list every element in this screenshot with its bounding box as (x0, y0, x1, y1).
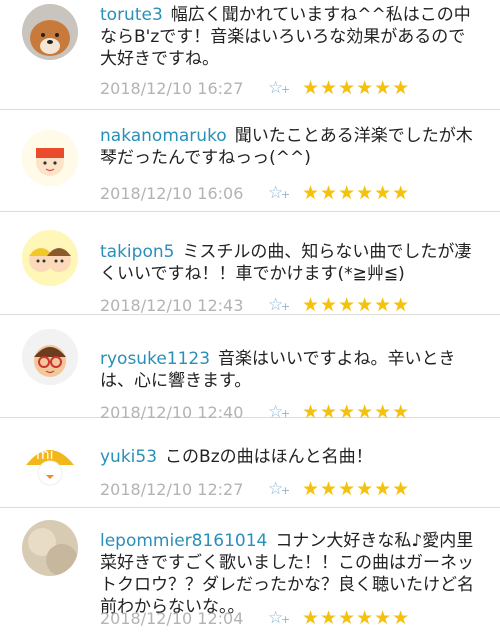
rating-stars: ★★★★★★ (302, 607, 411, 629)
mi-chick-avatar-icon[interactable]: mi (22, 435, 78, 491)
star-plus-icon[interactable]: ☆ + (268, 479, 302, 499)
comment-item: ryosuke1123 音楽はいいですよね。辛いときは、心に響きます。 2018/… (0, 315, 500, 423)
comment-username[interactable]: nakanomaruko (100, 126, 227, 146)
comment-meta: 2018/12/10 16:27 ☆ + ★★★★★★ (100, 77, 482, 99)
comment-meta: 2018/12/10 12:27 ☆ + ★★★★★★ (100, 478, 482, 500)
comment-timestamp: 2018/12/10 16:27 (100, 78, 244, 98)
comment-timestamp: 2018/12/10 16:06 (100, 183, 244, 203)
rating-stars: ★★★★★★ (302, 294, 411, 316)
comment-timestamp: 2018/12/10 12:27 (100, 479, 244, 499)
comment-timestamp: 2018/12/10 12:43 (100, 295, 244, 315)
star-plus-icon[interactable]: ☆ + (268, 78, 302, 98)
comment-body: takipon5 ミスチルの曲、知らない曲でしたが凄くいいですね！！車でかけます(… (100, 241, 482, 285)
comment-body: ryosuke1123 音楽はいいですよね。辛いときは、心に響きます。 (100, 348, 482, 392)
comment-text: このBzの曲はほんと名曲！ (165, 447, 373, 467)
comment-body: yuki53 このBzの曲はほんと名曲！ (100, 446, 482, 468)
comment-body: lepommier8161014 コナン大好きな私♪愛内里菜好きですごく歌いました… (100, 530, 482, 618)
comment-body: nakanomaruko 聞いたことある洋楽でしたが木琴だったんですねっっ(^^) (100, 125, 482, 169)
comment-username[interactable]: lepommier8161014 (100, 531, 267, 551)
comment-username[interactable]: takipon5 (100, 242, 174, 262)
comment-item: nakanomaruko 聞いたことある洋楽でしたが木琴だったんですねっっ(^^)… (0, 110, 500, 212)
two-kids-avatar-icon[interactable] (22, 230, 78, 286)
comment-item: mi yuki53 このBzの曲はほんと名曲！ 2018/12/10 12:27 … (0, 418, 500, 508)
comment-username[interactable]: torute3 (100, 5, 163, 25)
maruko-character-avatar-icon[interactable] (22, 130, 78, 186)
comment-meta: 2018/12/10 12:04 ☆ + ★★★★★★ (100, 607, 482, 629)
comment-username[interactable]: ryosuke1123 (100, 349, 210, 369)
star-plus-icon[interactable]: ☆ + (268, 183, 302, 203)
comment-item: torute3 幅広く聞かれていますね^^私はこの中ならB'zです！音楽はいろいろ… (0, 0, 500, 110)
star-plus-icon[interactable]: ☆ + (268, 608, 302, 628)
rating-stars: ★★★★★★ (302, 77, 411, 99)
svg-text:mi: mi (36, 447, 54, 463)
comment-item: lepommier8161014 コナン大好きな私♪愛内里菜好きですごく歌いました… (0, 508, 500, 640)
glasses-man-avatar-icon[interactable] (22, 329, 78, 385)
comment-timestamp: 2018/12/10 12:04 (100, 608, 244, 628)
comment-meta: 2018/12/10 12:43 ☆ + ★★★★★★ (100, 294, 482, 316)
comment-item: takipon5 ミスチルの曲、知らない曲でしたが凄くいいですね！！車でかけます(… (0, 212, 500, 316)
shiba-dog-avatar-icon[interactable] (22, 4, 78, 60)
rating-stars: ★★★★★★ (302, 478, 411, 500)
comment-username[interactable]: yuki53 (100, 447, 157, 467)
rating-stars: ★★★★★★ (302, 182, 411, 204)
comment-list: torute3 幅広く聞かれていますね^^私はこの中ならB'zです！音楽はいろいろ… (0, 0, 500, 640)
comment-meta: 2018/12/10 16:06 ☆ + ★★★★★★ (100, 182, 482, 204)
comment-body: torute3 幅広く聞かれていますね^^私はこの中ならB'zです！音楽はいろいろ… (100, 4, 482, 70)
blurry-photo-avatar-icon[interactable] (22, 520, 78, 576)
star-plus-icon[interactable]: ☆ + (268, 295, 302, 315)
